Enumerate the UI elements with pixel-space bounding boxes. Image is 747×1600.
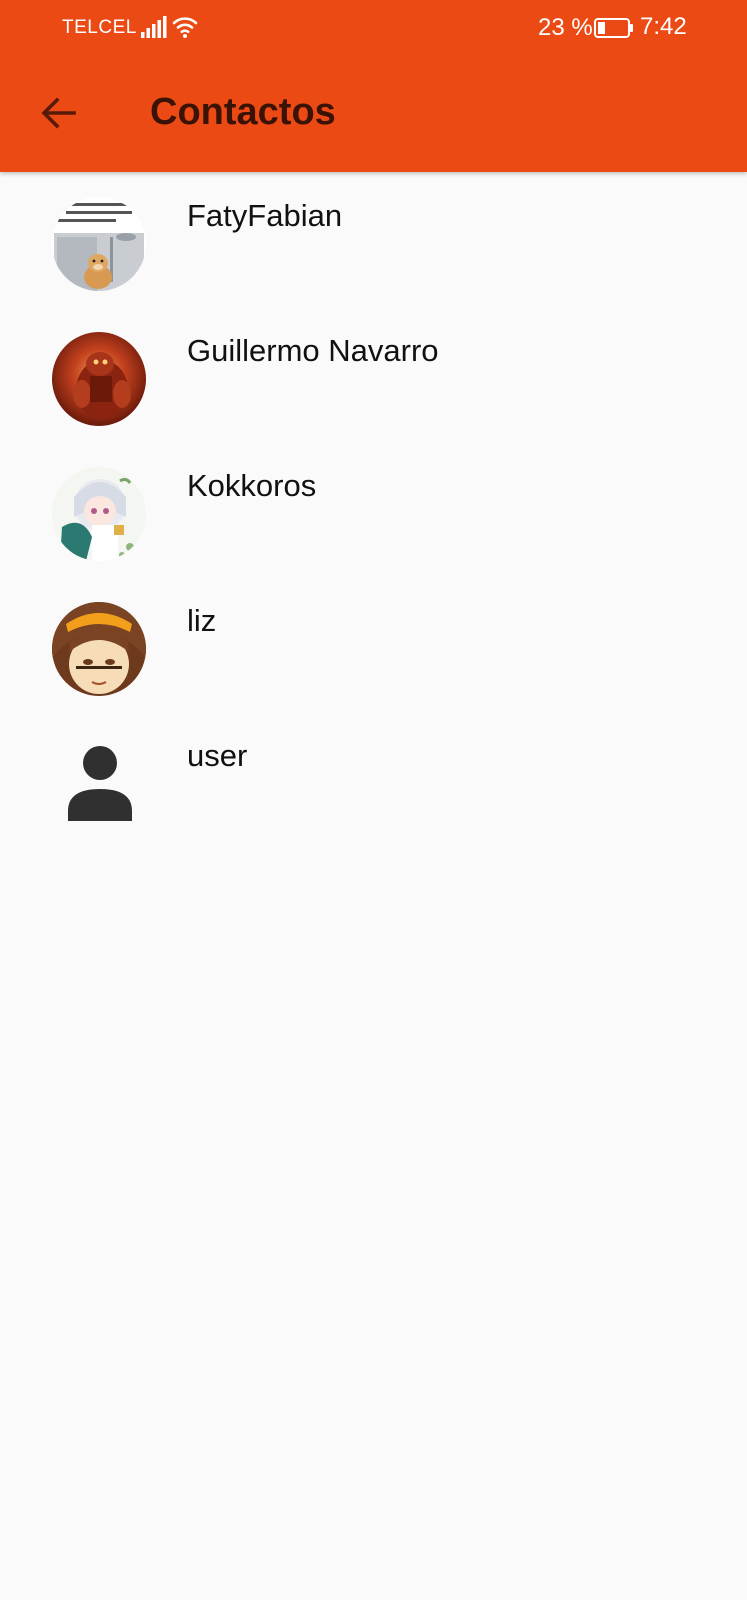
clock: 7:42 bbox=[640, 13, 687, 40]
app-bar: TELCEL 23 % 7:42 Contactos bbox=[0, 0, 747, 172]
status-bar: TELCEL 23 % 7:42 bbox=[0, 0, 747, 60]
contact-avatar bbox=[52, 602, 146, 696]
back-button[interactable] bbox=[30, 85, 86, 141]
contact-row[interactable]: liz bbox=[0, 577, 747, 712]
battery-percent: 23 % bbox=[538, 14, 593, 41]
wifi-icon bbox=[172, 17, 198, 38]
contact-row[interactable]: Kokkoros bbox=[0, 442, 747, 577]
battery-icon bbox=[594, 18, 633, 38]
person-icon bbox=[58, 737, 142, 821]
contact-row[interactable]: user bbox=[0, 712, 747, 847]
signal-strength-icon bbox=[141, 16, 167, 38]
contact-row[interactable]: FatyFabian bbox=[0, 172, 747, 307]
arrow-back-icon bbox=[41, 97, 76, 129]
contact-name: Guillermo Navarro bbox=[187, 333, 439, 368]
contact-avatar bbox=[52, 332, 146, 426]
contact-avatar bbox=[52, 197, 146, 291]
contact-name: user bbox=[187, 738, 248, 773]
carrier-name: TELCEL bbox=[62, 17, 137, 38]
contact-name: Kokkoros bbox=[187, 468, 317, 503]
page-title: Contactos bbox=[150, 91, 336, 133]
contact-name: liz bbox=[187, 603, 217, 638]
contact-name: FatyFabian bbox=[187, 198, 343, 233]
contact-avatar bbox=[52, 467, 146, 561]
contact-row[interactable]: Guillermo Navarro bbox=[0, 307, 747, 442]
